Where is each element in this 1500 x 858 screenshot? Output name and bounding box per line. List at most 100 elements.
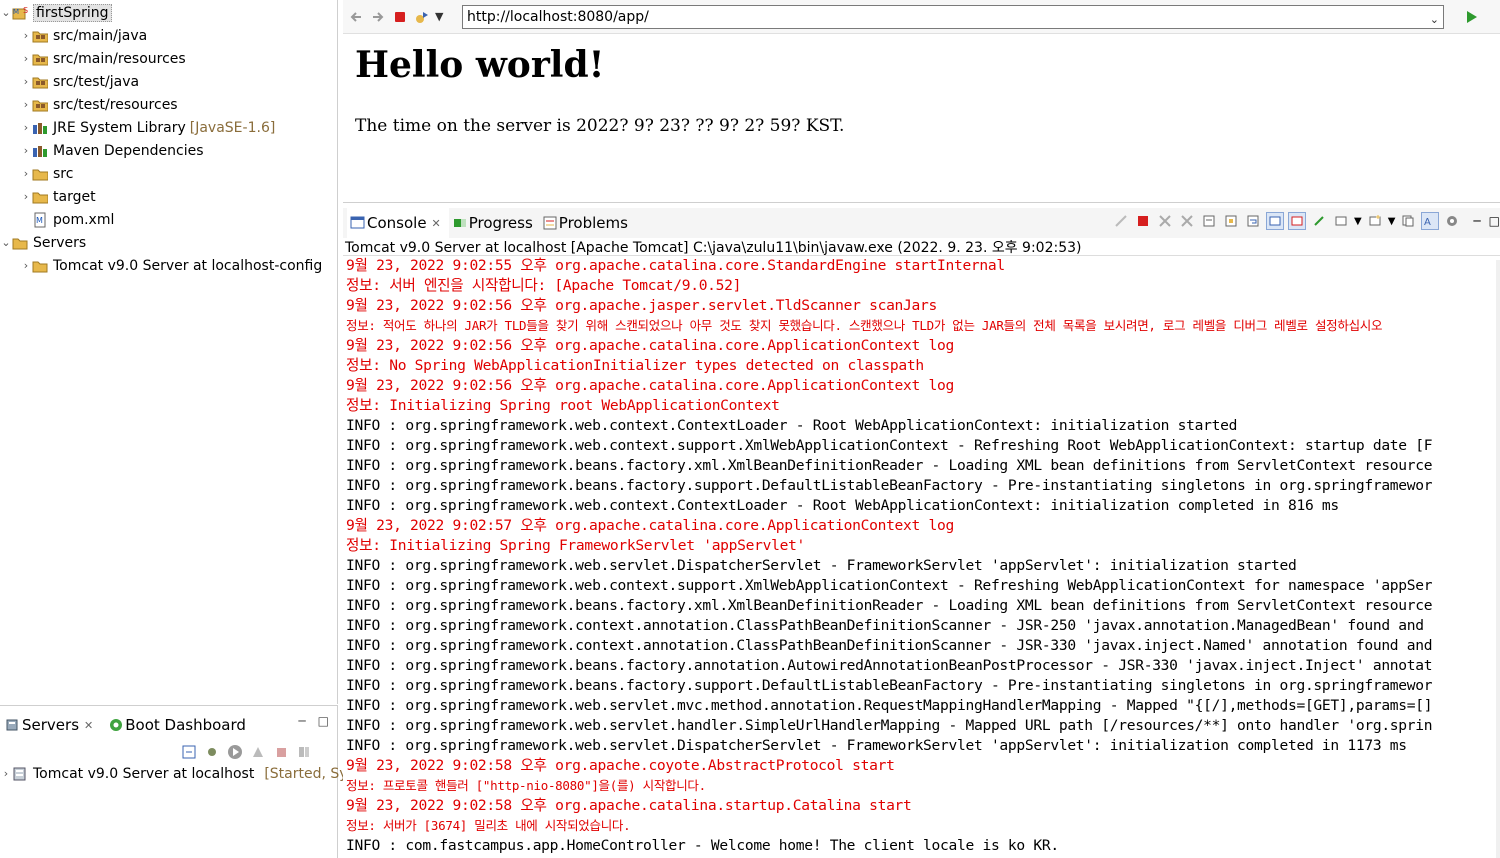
tree-item-label: src/test/resources <box>53 96 178 113</box>
show-stdout-icon[interactable] <box>1266 212 1285 230</box>
servers-project-label: Servers <box>33 234 87 251</box>
console-line: 9월 23, 2022 9:02:56 오후 org.apache.catali… <box>346 377 954 394</box>
start-icon[interactable] <box>226 743 244 761</box>
folder-icon <box>32 189 48 205</box>
go-icon[interactable] <box>1463 8 1481 26</box>
view-controls: ─ □ <box>298 714 329 728</box>
publish-icon[interactable] <box>295 743 313 761</box>
pin-console-icon[interactable] <box>1310 212 1328 230</box>
folder-open-icon <box>12 235 28 251</box>
console-line: 9월 23, 2022 9:02:57 오후 org.apache.catali… <box>346 517 954 534</box>
new-console-icon[interactable] <box>1366 212 1384 230</box>
tree-item[interactable]: › src <box>20 162 74 185</box>
scroll-lock-icon[interactable] <box>1222 212 1240 230</box>
chevron-down-icon[interactable]: ▼ <box>1388 216 1396 227</box>
close-icon[interactable]: ✕ <box>84 719 93 732</box>
close-icon[interactable]: ✕ <box>432 217 441 230</box>
tree-item-label: target <box>53 188 96 205</box>
problems-icon <box>541 214 559 232</box>
maximize-icon[interactable]: □ <box>318 714 329 728</box>
tree-item[interactable]: › Maven Dependencies <box>20 139 204 162</box>
maximize-icon[interactable]: □ <box>1489 214 1500 228</box>
tab-boot-dashboard[interactable]: Boot Dashboard <box>105 706 252 744</box>
refresh-icon[interactable] <box>413 8 431 26</box>
tree-item-label: src/main/resources <box>53 50 186 67</box>
tree-item[interactable]: › src/test/resources <box>20 93 178 116</box>
minimize-icon[interactable]: ─ <box>1473 214 1480 228</box>
tab-console[interactable]: Console ✕ <box>347 208 449 238</box>
tree-item[interactable]: › src/main/resources <box>20 47 186 70</box>
tree-servers-config[interactable]: › Tomcat v9.0 Server at localhost-config <box>20 254 322 277</box>
chevron-right-icon[interactable]: › <box>20 190 32 203</box>
maven-file-icon: M <box>32 212 48 228</box>
chevron-right-icon[interactable]: › <box>20 52 32 65</box>
internal-browser: ▼ http://localhost:8080/app/ ⌄ Hello wor… <box>343 0 1500 203</box>
package-folder-icon <box>32 97 48 113</box>
tree-project-servers[interactable]: ⌄ Servers <box>0 231 86 254</box>
chevron-down-icon[interactable]: ⌄ <box>0 236 12 249</box>
tree-project-firstspring[interactable]: ⌄ MS firstSpring <box>0 1 112 24</box>
package-folder-icon <box>32 51 48 67</box>
console-line: INFO : org.springframework.beans.factory… <box>346 457 1433 474</box>
tab-servers[interactable]: Servers ✕ <box>2 706 99 744</box>
url-input[interactable]: http://localhost:8080/app/ ⌄ <box>462 5 1444 29</box>
chevron-right-icon[interactable]: › <box>20 29 32 42</box>
forward-icon[interactable] <box>369 8 387 26</box>
terminate-icon[interactable] <box>1134 212 1152 230</box>
chevron-down-icon[interactable]: ▼ <box>1354 216 1362 227</box>
console-tabs: Console ✕ Progress Problems ▼ ▼ A ─ □ <box>343 208 1500 238</box>
tab-problems[interactable]: Problems <box>539 208 634 238</box>
project-name: firstSpring <box>33 3 112 22</box>
minimize-icon[interactable]: ─ <box>298 714 305 728</box>
chevron-right-icon[interactable]: › <box>20 259 32 272</box>
debug-icon[interactable] <box>203 743 221 761</box>
console-output[interactable]: 9월 23, 2022 9:02:55 오후 org.apache.catali… <box>343 255 1500 853</box>
disconnect-icon[interactable] <box>1112 212 1130 230</box>
chevron-down-icon[interactable]: ⌄ <box>0 6 12 19</box>
tab-progress[interactable]: Progress <box>449 208 539 238</box>
scrollbar[interactable] <box>1496 260 1500 858</box>
tree-item-label: src/test/java <box>53 73 140 90</box>
clear-console-icon[interactable] <box>1200 212 1218 230</box>
chevron-right-icon[interactable]: › <box>20 98 32 111</box>
folder-icon <box>32 258 48 274</box>
collapse-all-icon[interactable] <box>180 743 198 761</box>
stop-icon[interactable] <box>272 743 290 761</box>
tree-item-label: pom.xml <box>53 211 115 228</box>
tree-item[interactable]: › target <box>20 185 96 208</box>
console-line: INFO : com.fastcampus.app.HomeController… <box>346 837 1059 853</box>
chevron-right-icon[interactable]: › <box>0 767 12 780</box>
console-line: 정보: 프로토콜 핸들러 ["http-nio-8080"]을(를) 시작합니다… <box>346 778 706 793</box>
console-line: INFO : org.springframework.beans.factory… <box>346 657 1433 674</box>
tree-item[interactable]: › src/main/java <box>20 24 147 47</box>
tree-item[interactable]: › src/test/java <box>20 70 139 93</box>
chevron-right-icon[interactable]: › <box>20 75 32 88</box>
remove-launch-icon[interactable] <box>1156 212 1174 230</box>
console-line: INFO : org.springframework.web.context.C… <box>346 497 1339 514</box>
back-icon[interactable] <box>347 8 365 26</box>
word-wrap-icon[interactable] <box>1244 212 1262 230</box>
ansi-console-icon[interactable]: A <box>1421 212 1440 230</box>
profile-icon[interactable] <box>249 743 267 761</box>
gear-icon[interactable] <box>1443 212 1461 230</box>
tree-item[interactable]: Mpom.xml <box>20 208 114 231</box>
tab-progress-label: Progress <box>468 214 533 232</box>
console-line: INFO : org.springframework.beans.factory… <box>346 597 1433 614</box>
svg-text:S: S <box>23 6 28 15</box>
remove-all-icon[interactable] <box>1178 212 1196 230</box>
stop-icon[interactable] <box>391 8 409 26</box>
console-line: INFO : org.springframework.web.servlet.D… <box>346 737 1407 754</box>
console-line: INFO : org.springframework.beans.factory… <box>346 477 1433 494</box>
chevron-right-icon[interactable]: › <box>20 121 32 134</box>
chevron-right-icon[interactable]: › <box>20 144 32 157</box>
show-stderr-icon[interactable] <box>1288 212 1307 230</box>
console-line: INFO : org.springframework.web.context.s… <box>346 437 1433 454</box>
server-row[interactable]: › Tomcat v9.0 Server at localhost [Start… <box>0 762 348 785</box>
chevron-down-icon[interactable]: ⌄ <box>1430 9 1439 31</box>
console-line: 정보: 서버가 [3674] 밀리초 내에 시작되었습니다. <box>346 818 631 833</box>
copy-icon[interactable] <box>1399 212 1417 230</box>
chevron-down-icon[interactable]: ▼ <box>435 10 443 23</box>
chevron-right-icon[interactable]: › <box>20 167 32 180</box>
display-console-icon[interactable] <box>1332 212 1350 230</box>
tree-item[interactable]: › JRE System Library [JavaSE-1.6] <box>20 116 276 139</box>
